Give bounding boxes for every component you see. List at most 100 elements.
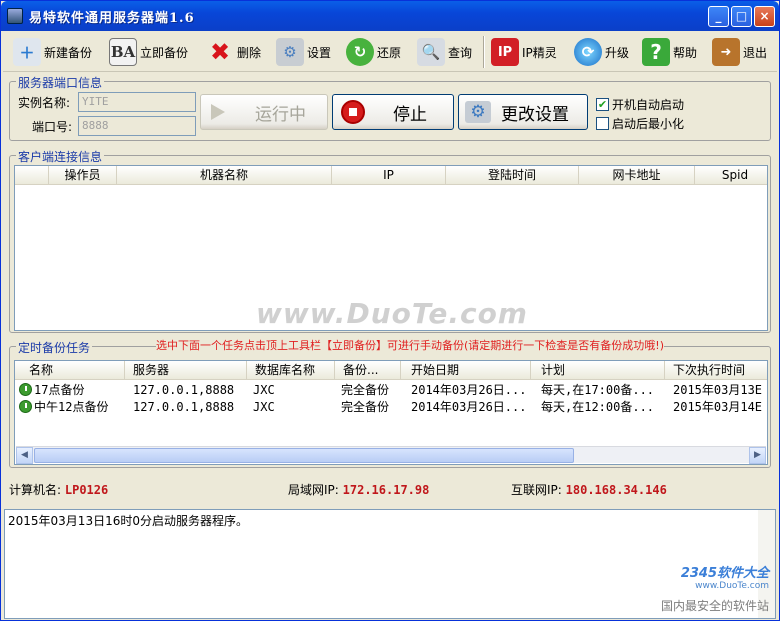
backup-now-icon: BA	[109, 38, 137, 66]
wan-ip-value: 180.168.34.146	[565, 483, 667, 497]
task-list-header: 名称 服务器 数据库名称 备份... 开始日期 计划 下次执行时间	[15, 361, 767, 380]
delete-icon: ✖	[209, 38, 231, 66]
lan-ip-value: 172.16.17.98	[342, 483, 430, 497]
main-window: 易特软件通用服务器端1.6 _ □ × ＋ 新建备份 BA 立即备份 ✖ 删除 …	[0, 0, 780, 621]
col-database[interactable]: 数据库名称	[247, 361, 335, 380]
duote-watermark: www.DuoTe.com	[256, 297, 528, 330]
help-icon: ?	[642, 38, 670, 66]
play-icon	[211, 104, 225, 120]
exit-button[interactable]: ➜ 退出	[712, 36, 767, 68]
col-next-run[interactable]: 下次执行时间	[665, 361, 767, 380]
settings-icon: ⚙	[276, 38, 304, 66]
query-button[interactable]: 🔍 查询	[417, 36, 472, 68]
scroll-thumb[interactable]	[34, 448, 574, 463]
watermark-brand: 2345软件大全	[680, 566, 769, 581]
new-backup-button[interactable]: ＋ 新建备份	[13, 36, 92, 68]
ip-sprite-button[interactable]: IP IP精灵	[491, 36, 557, 68]
scroll-left-icon[interactable]: ◀	[16, 447, 33, 464]
change-settings-button[interactable]: ⚙ 更改设置	[458, 94, 588, 130]
upgrade-icon: ⟳	[574, 38, 602, 66]
maximize-button[interactable]: □	[731, 6, 752, 27]
minimize-button[interactable]: _	[708, 6, 729, 27]
instance-label: 实例名称:	[18, 96, 71, 110]
toolbar-separator	[483, 36, 485, 68]
toolbar: ＋ 新建备份 BA 立即备份 ✖ 删除 ⚙ 设置 ↻ 还原 🔍 查询 IP IP…	[3, 32, 777, 72]
database-cell: JXC	[253, 400, 275, 414]
client-list-header: 操作员 机器名称 IP 登陆时间 网卡地址 Spid	[15, 166, 767, 185]
ip-sprite-icon: IP	[491, 38, 519, 66]
settings-icon: ⚙	[465, 101, 491, 123]
log-line: 2015年03月13日16时0分启动服务器程序。	[8, 514, 248, 528]
server-cell: 127.0.0.1,8888	[133, 383, 235, 397]
next-run-cell: 2015年03月13E	[673, 383, 763, 397]
col-operator[interactable]: 操作员	[49, 166, 117, 185]
settings-button[interactable]: ⚙ 设置	[276, 36, 331, 68]
backup-type-cell: 完全备份	[341, 383, 390, 397]
delete-button[interactable]: ✖ 删除	[206, 36, 261, 68]
log-area[interactable]: 2015年03月13日16时0分启动服务器程序。 2345软件大全 www.Du…	[4, 509, 776, 619]
autostart-check-icon: ✔	[596, 98, 609, 111]
col-name[interactable]: 名称	[15, 361, 125, 380]
col-plan[interactable]: 计划	[531, 361, 665, 380]
col-login-time[interactable]: 登陆时间	[446, 166, 579, 185]
wan-ip-status: 互联网IP: 180.168.34.146	[511, 483, 667, 497]
task-group: 定时备份任务 选中下面一个任务点击顶上工具栏【立即备份】可进行手动备份(请定期进…	[9, 337, 771, 468]
watermark-url: www.DuoTe.com	[695, 581, 769, 591]
title-bar[interactable]: 易特软件通用服务器端1.6 _ □ ×	[1, 1, 779, 31]
restore-button[interactable]: ↻ 还原	[346, 36, 401, 68]
task-notice: 选中下面一个任务点击顶上工具栏【立即备份】可进行手动备份(请定期进行一下检查是否…	[156, 337, 664, 353]
computer-name-value: LP0126	[64, 483, 109, 497]
clock-icon	[19, 383, 32, 396]
clock-icon	[19, 400, 32, 413]
task-name-cell: 中午12点备份	[19, 399, 125, 416]
server-group: 服务器端口信息 实例名称: YITE 端口号: 8888 运行中 停止 ⚙ 更改…	[9, 74, 771, 141]
task-group-legend: 定时备份任务	[16, 339, 93, 356]
help-button[interactable]: ? 帮助	[642, 36, 697, 68]
restore-icon: ↻	[346, 38, 374, 66]
start-date-cell: 2014年03月26日...	[411, 400, 527, 414]
stop-icon	[341, 100, 365, 124]
app-icon	[7, 8, 23, 24]
plan-cell: 每天,在17:00备...	[541, 383, 655, 397]
plan-cell: 每天,在12:00备...	[541, 400, 655, 414]
col-spid[interactable]: Spid	[695, 166, 767, 185]
site-watermark: 2345软件大全 www.DuoTe.com 国内最安全的软件站	[661, 562, 769, 614]
task-list[interactable]: 名称 服务器 数据库名称 备份... 开始日期 计划 下次执行时间 17点备份 …	[14, 360, 768, 465]
col-mac[interactable]: 网卡地址	[579, 166, 695, 185]
col-start-date[interactable]: 开始日期	[401, 361, 531, 380]
task-list-hscrollbar[interactable]: ◀ ▶	[16, 446, 766, 464]
running-button[interactable]: 运行中	[200, 94, 328, 130]
backup-type-cell: 完全备份	[341, 400, 390, 414]
window-title: 易特软件通用服务器端1.6	[29, 11, 195, 26]
table-row[interactable]: 17点备份 127.0.0.1,8888 JXC 完全备份 2014年03月26…	[15, 382, 767, 399]
task-name-cell: 17点备份	[19, 382, 125, 399]
client-group-legend: 客户端连接信息	[16, 148, 105, 165]
upgrade-button[interactable]: ⟳ 升级	[574, 36, 629, 68]
col-select[interactable]	[15, 166, 49, 185]
col-machine[interactable]: 机器名称	[117, 166, 332, 185]
col-backup-type[interactable]: 备份...	[335, 361, 401, 380]
port-label: 端口号:	[32, 120, 73, 134]
exit-icon: ➜	[712, 38, 740, 66]
autostart-checkbox[interactable]: ✔ 开机自动启动	[596, 96, 684, 113]
close-button[interactable]: ×	[754, 6, 775, 27]
watermark-slogan: 国内最安全的软件站	[660, 599, 769, 613]
minimize-checkbox[interactable]: 启动后最小化	[596, 115, 684, 132]
backup-now-button[interactable]: BA 立即备份	[109, 36, 188, 68]
database-cell: JXC	[253, 383, 275, 397]
new-backup-icon: ＋	[13, 38, 41, 66]
query-icon: 🔍	[417, 38, 445, 66]
col-server[interactable]: 服务器	[125, 361, 247, 380]
start-date-cell: 2014年03月26日...	[411, 383, 527, 397]
col-ip[interactable]: IP	[332, 166, 446, 185]
server-cell: 127.0.0.1,8888	[133, 400, 235, 414]
next-run-cell: 2015年03月14E	[673, 400, 763, 414]
instance-field[interactable]: YITE	[78, 92, 196, 112]
port-field[interactable]: 8888	[78, 116, 196, 136]
stop-button[interactable]: 停止	[332, 94, 454, 130]
server-group-legend: 服务器端口信息	[16, 74, 105, 91]
scroll-right-icon[interactable]: ▶	[749, 447, 766, 464]
computer-name-status: 计算机名: LP0126	[9, 483, 109, 497]
table-row[interactable]: 中午12点备份 127.0.0.1,8888 JXC 完全备份 2014年03月…	[15, 399, 767, 416]
lan-ip-status: 局域网IP: 172.16.17.98	[288, 483, 430, 497]
